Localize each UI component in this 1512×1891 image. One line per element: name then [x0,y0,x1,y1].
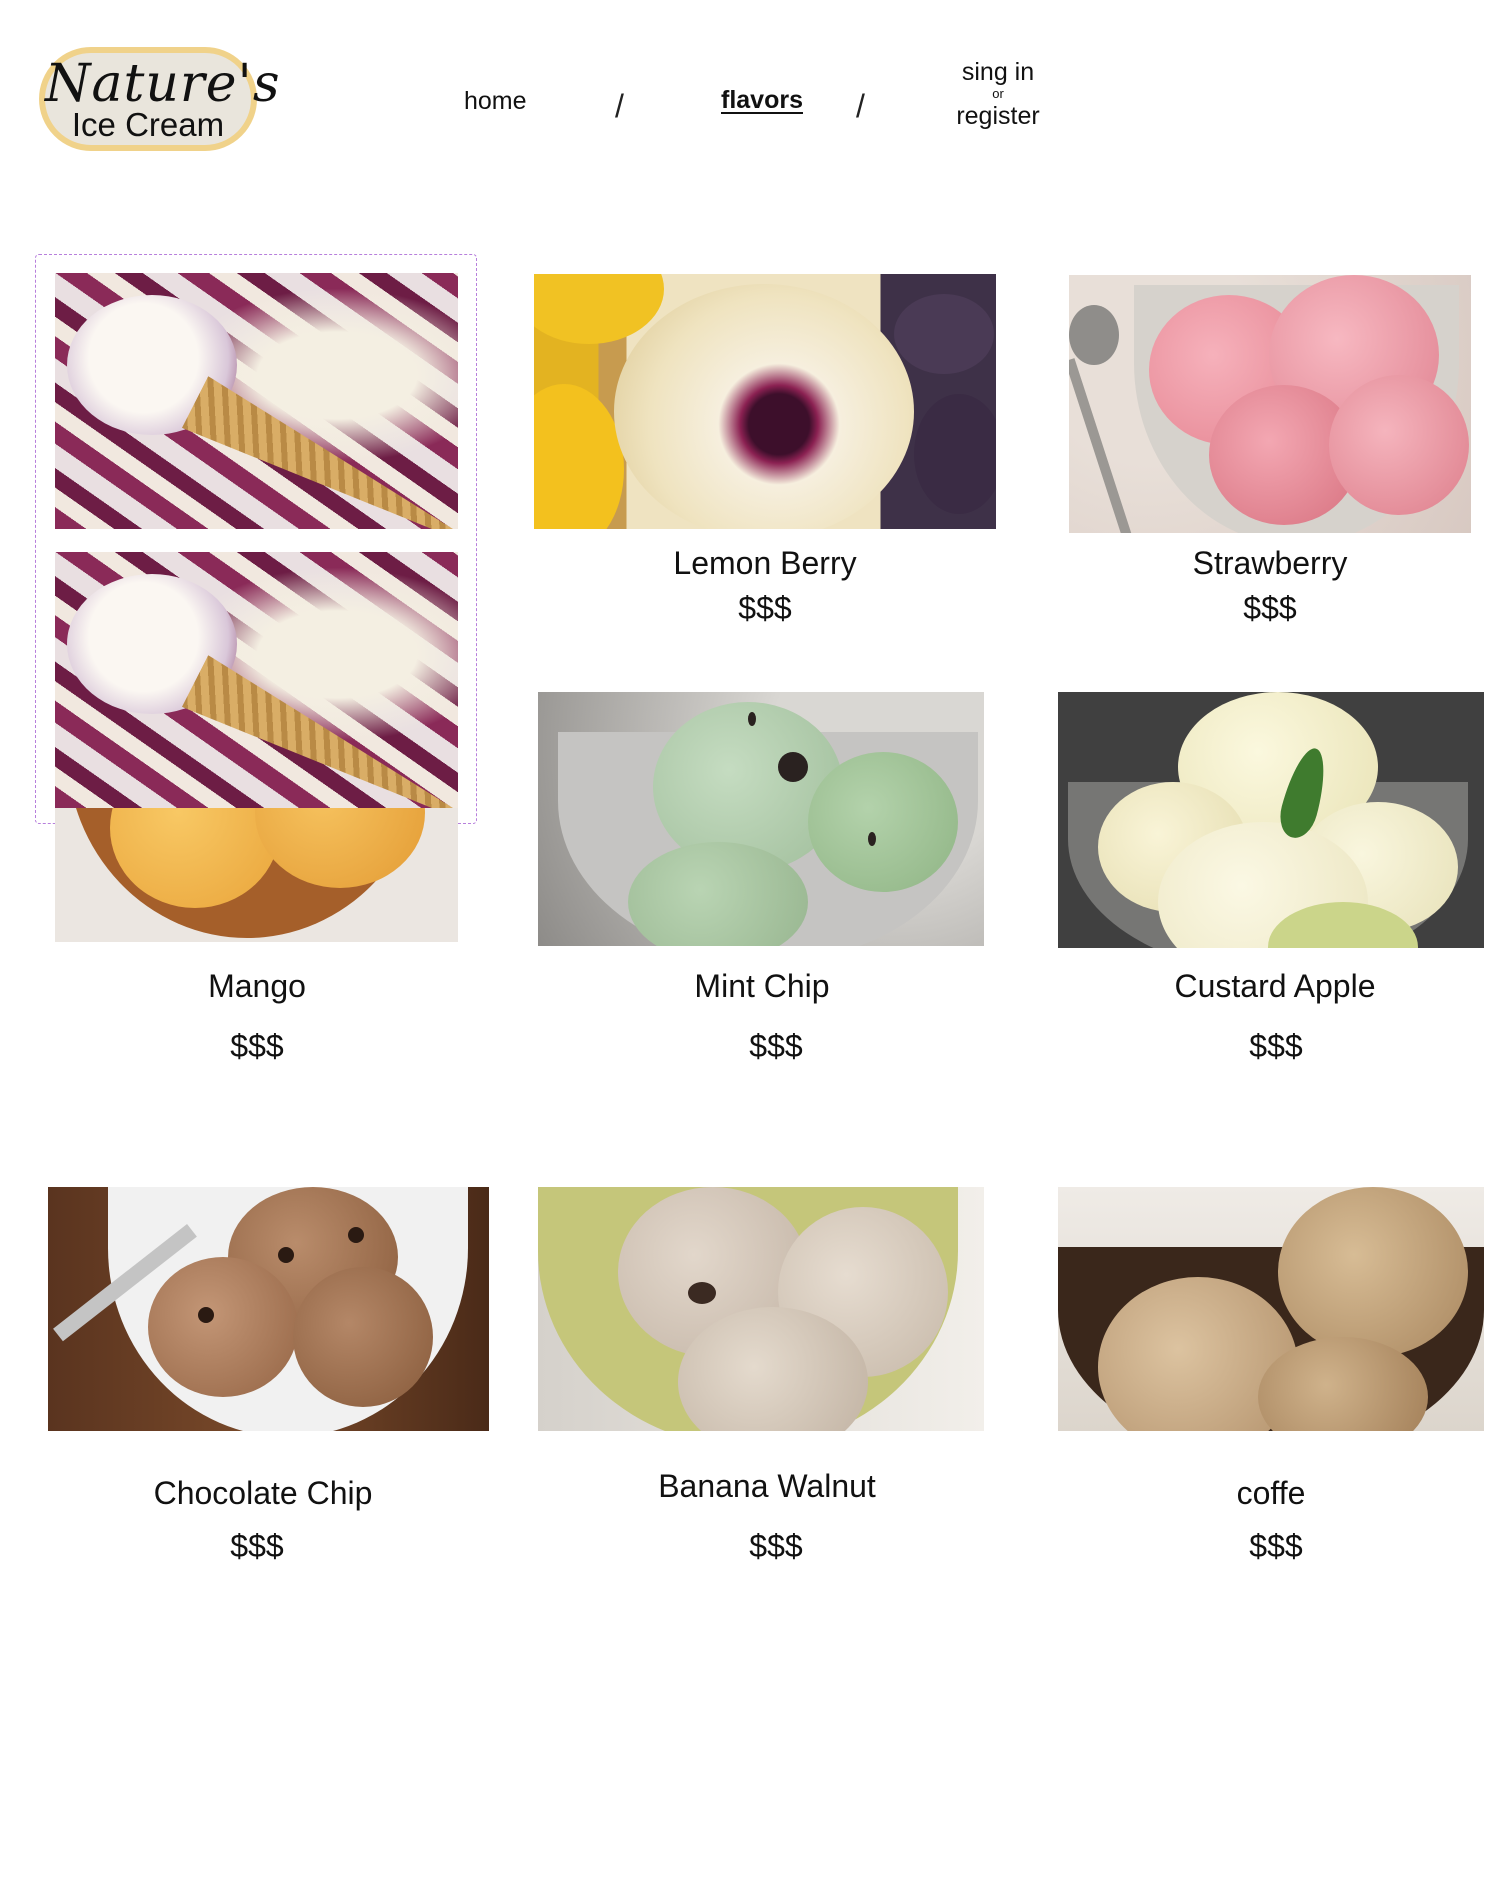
product-image-custard-apple[interactable] [1058,692,1484,948]
product-image-lemon-berry[interactable] [534,274,996,529]
product-image-blueberry-cone[interactable] [55,273,458,529]
nav-separator: / [856,88,865,124]
product-name: Chocolate Chip [153,1475,373,1511]
logo-sub-text: Ice Cream [71,106,225,143]
logo-brand-text: Nature's [45,54,281,114]
product-image-chocolate-chip[interactable] [48,1187,489,1431]
product-price: $$$ [738,590,792,626]
register-link[interactable]: register [938,102,1058,130]
product-price: $$$ [230,1528,284,1564]
product-name: Mango [208,968,306,1004]
product-name: Mint Chip [694,968,830,1004]
product-price: $$$ [1249,1028,1303,1064]
product-name: Lemon Berry [673,545,857,581]
product-price: $$$ [1249,1528,1303,1564]
product-price: $$$ [749,1028,803,1064]
product-image-blueberry-cone[interactable] [55,552,458,808]
product-price: $$$ [230,1028,284,1064]
product-name: Strawberry [1192,545,1348,581]
product-price: $$$ [749,1528,803,1564]
nav-flavors-link[interactable]: flavors [721,86,803,115]
product-name: Banana Walnut [658,1468,876,1504]
product-image-strawberry[interactable] [1069,275,1471,533]
product-price: $$$ [1243,590,1297,626]
nav-separator: / [615,88,624,124]
product-image-mango[interactable] [55,808,458,942]
product-image-banana-walnut[interactable] [538,1187,984,1431]
product-name: coffe [1236,1475,1306,1511]
product-image-mint-chip[interactable] [538,692,984,946]
product-name: Custard Apple [1174,968,1376,1004]
sign-in-link[interactable]: sing in [938,58,1058,86]
brand-logo[interactable]: Nature's Ice Cream [39,47,281,151]
nav-home-link[interactable]: home [464,87,527,116]
auth-links: sing in or register [938,58,1058,130]
auth-or-text: or [992,86,1004,101]
product-image-coffee[interactable] [1058,1187,1484,1431]
